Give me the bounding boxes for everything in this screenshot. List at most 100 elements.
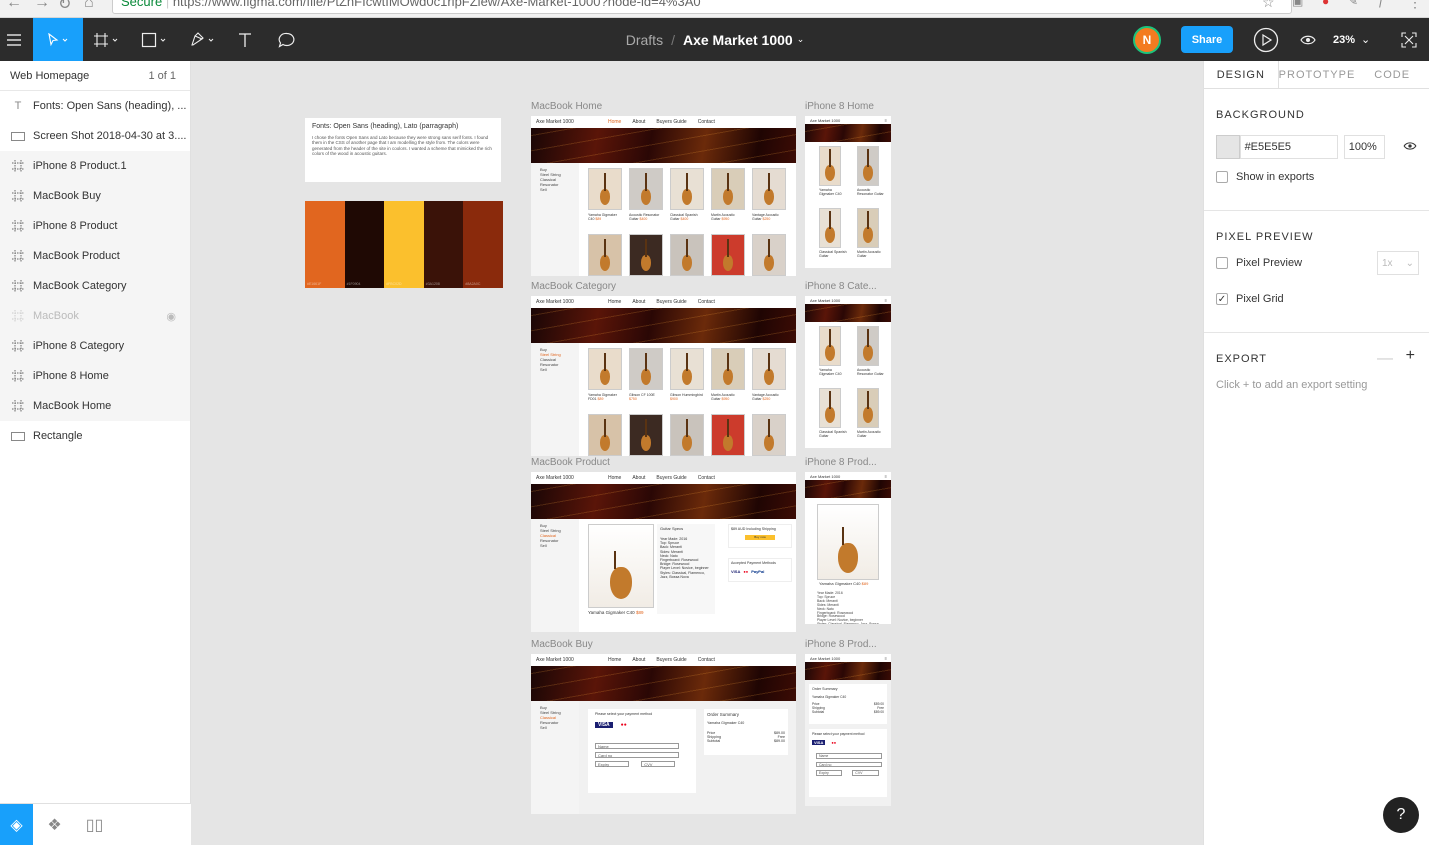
- reload-icon[interactable]: ↻: [58, 0, 71, 14]
- layer-row[interactable]: MacBook Buy: [0, 181, 190, 211]
- guitar-image: [723, 353, 733, 385]
- card-field-card-no: Card no: [816, 761, 882, 767]
- frame-label-macbook-home[interactable]: MacBook Home: [531, 101, 602, 112]
- chevron-down-icon[interactable]: ⌄: [797, 34, 805, 45]
- pixel-preview-checkbox[interactable]: Pixel Preview 1x ⌄: [1216, 251, 1419, 275]
- move-tool-button[interactable]: [33, 18, 83, 61]
- macbook-home-frame[interactable]: Axe Market 1000 Home About Buyers Guide Cont…: [531, 116, 796, 276]
- share-button[interactable]: Share: [1181, 26, 1233, 53]
- layer-row[interactable]: iPhone 8 Product: [0, 211, 190, 241]
- macbook-buy-frame[interactable]: Axe Market 1000 Home About Buyers Guide Cont…: [531, 654, 796, 814]
- components-tab[interactable]: ❖: [38, 804, 71, 845]
- text-layer-icon: T: [14, 100, 22, 112]
- layer-row[interactable]: T Fonts: Open Sans (heading), ...: [0, 91, 190, 121]
- product-image: [588, 524, 654, 608]
- iphone-product-1-frame[interactable]: Axe Market 1000 ≡ Order Summary Yamaha Gi…: [805, 654, 891, 806]
- address-bar[interactable]: Secure | https://www.figma.com/file/PtZn…: [112, 0, 1292, 14]
- buy-now-button: Buy now: [745, 535, 775, 540]
- plus-icon[interactable]: +: [1406, 347, 1415, 365]
- pixel-preview-scale-select[interactable]: 1x ⌄: [1377, 251, 1419, 275]
- home-icon[interactable]: ⌂: [84, 0, 94, 12]
- text-tool-button[interactable]: [230, 18, 260, 61]
- background-hex-input[interactable]: #E5E5E5: [1239, 135, 1338, 159]
- shape-tool-button[interactable]: [136, 18, 176, 61]
- help-button[interactable]: ?: [1383, 797, 1419, 833]
- eye-icon[interactable]: [1403, 138, 1417, 156]
- macbook-category-frame[interactable]: Axe Market 1000 Home About Buyers Guide Cont…: [531, 296, 796, 456]
- tab-prototype[interactable]: PROTOTYPE: [1279, 61, 1356, 88]
- figma-toolbar: Drafts / Axe Market 1000 ⌄ N Share 23% ⌄: [0, 18, 1429, 61]
- site-brand: Axe Market 1000: [810, 655, 841, 661]
- frame-label-iphone-product[interactable]: iPhone 8 Prod...: [805, 457, 877, 468]
- layer-row[interactable]: iPhone 8 Category: [0, 331, 190, 361]
- forward-icon[interactable]: →: [34, 0, 50, 12]
- product-thumbnail: [629, 234, 663, 276]
- layer-row[interactable]: iPhone 8 Product.1: [0, 151, 190, 181]
- site-nav-mobile: Axe Market 1000 ≡: [805, 116, 891, 124]
- breadcrumb-drafts[interactable]: Drafts: [626, 32, 663, 48]
- frame-tool-button[interactable]: [88, 18, 128, 61]
- layer-row[interactable]: MacBook Home: [0, 391, 190, 421]
- site-sidebar: Buy Steel String Classical Resonator Sell: [531, 519, 579, 632]
- iphone-home-frame[interactable]: Axe Market 1000 ≡ Yamaha Gigmaker C40 Acou…: [805, 116, 891, 268]
- background-color-swatch[interactable]: [1216, 135, 1240, 159]
- extension-icon[interactable]: ●: [1322, 0, 1329, 8]
- comment-tool-button[interactable]: [272, 18, 302, 61]
- eye-icon[interactable]: ◉: [166, 310, 176, 323]
- layer-row[interactable]: Screen Shot 2018-04-30 at 3....: [0, 121, 190, 151]
- guitar-image: [682, 239, 692, 271]
- layer-row[interactable]: MacBook Product: [0, 241, 190, 271]
- minus-icon[interactable]: —: [1377, 350, 1393, 368]
- main-menu-button[interactable]: [0, 18, 28, 61]
- font-notes-text[interactable]: Fonts: Open Sans (heading), Lato (parrag…: [305, 118, 501, 182]
- team-library-tab[interactable]: ▯▯: [78, 804, 111, 845]
- back-icon[interactable]: ←: [6, 0, 22, 12]
- bookmark-star-icon[interactable]: ☆: [1262, 0, 1275, 11]
- frame-label-macbook-category[interactable]: MacBook Category: [531, 281, 616, 292]
- side-sell: Sell: [540, 725, 547, 730]
- present-button[interactable]: [1250, 18, 1282, 61]
- layers-tab[interactable]: ◈: [0, 804, 33, 845]
- layer-row[interactable]: MacBook ◉: [0, 301, 190, 331]
- fullscreen-button[interactable]: [1394, 18, 1424, 61]
- product-price: $950: [721, 397, 730, 401]
- frame-label-iphone-product-1[interactable]: iPhone 8 Prod...: [805, 639, 877, 650]
- extension-icon[interactable]: ✎: [1348, 0, 1358, 8]
- iphone-category-frame[interactable]: Axe Market 1000 ≡ Yamaha Gigmaker C40 Acou…: [805, 296, 891, 448]
- canvas[interactable]: Fonts: Open Sans (heading), Lato (parrag…: [192, 61, 1202, 845]
- product-name: Classical Spanish Guitar: [819, 250, 847, 258]
- tab-design[interactable]: DESIGN: [1204, 61, 1279, 88]
- background-opacity-input[interactable]: 100%: [1343, 135, 1385, 159]
- nav-home: Home: [608, 475, 622, 481]
- product-price: $950: [721, 217, 730, 221]
- extension-icon[interactable]: ƒ: [1378, 0, 1385, 8]
- browser-menu-icon[interactable]: ⋮: [1408, 0, 1422, 11]
- extension-icon[interactable]: ▣: [1292, 0, 1303, 8]
- page-selector[interactable]: Web Homepage 1 of 1: [0, 61, 190, 91]
- layer-row[interactable]: MacBook Category: [0, 271, 190, 301]
- layer-row[interactable]: iPhone 8 Home: [0, 361, 190, 391]
- eye-icon: [1300, 35, 1316, 44]
- product-caption: Classical Spanish Guitar $400: [670, 213, 704, 221]
- frame-label-macbook-buy[interactable]: MacBook Buy: [531, 639, 593, 650]
- show-in-exports-checkbox[interactable]: Show in exports: [1216, 171, 1417, 183]
- frame-label-macbook-product[interactable]: MacBook Product: [531, 457, 610, 468]
- tab-code[interactable]: CODE: [1355, 61, 1429, 88]
- product-name: Yamaha Gigmaker C40: [588, 213, 617, 221]
- zoom-control[interactable]: 23% ⌄: [1333, 18, 1370, 61]
- guitar-image: [723, 173, 733, 205]
- color-palette-screenshot[interactable]: #E1661F #1F0904 #FBC02D #3A1208 #8A2A0C: [305, 201, 503, 288]
- frame-label-iphone-home[interactable]: iPhone 8 Home: [805, 101, 874, 112]
- pen-tool-button[interactable]: [184, 18, 224, 61]
- frame-label-iphone-category[interactable]: iPhone 8 Cate...: [805, 281, 877, 292]
- product-thumbnail: [629, 168, 663, 210]
- macbook-product-frame[interactable]: Axe Market 1000 Home About Buyers Guide Cont…: [531, 472, 796, 632]
- pixel-grid-checkbox[interactable]: ✓ Pixel Grid: [1216, 293, 1417, 305]
- product-thumbnail: [857, 388, 879, 428]
- product-thumbnail: [857, 208, 879, 248]
- layer-row[interactable]: Rectangle: [0, 421, 190, 451]
- avatar[interactable]: N: [1133, 26, 1161, 54]
- iphone-product-frame[interactable]: Axe Market 1000 ≡ Yamaha Gigmaker C40 $89…: [805, 472, 891, 624]
- view-settings-button[interactable]: [1294, 18, 1322, 61]
- file-name[interactable]: Axe Market 1000: [683, 32, 793, 48]
